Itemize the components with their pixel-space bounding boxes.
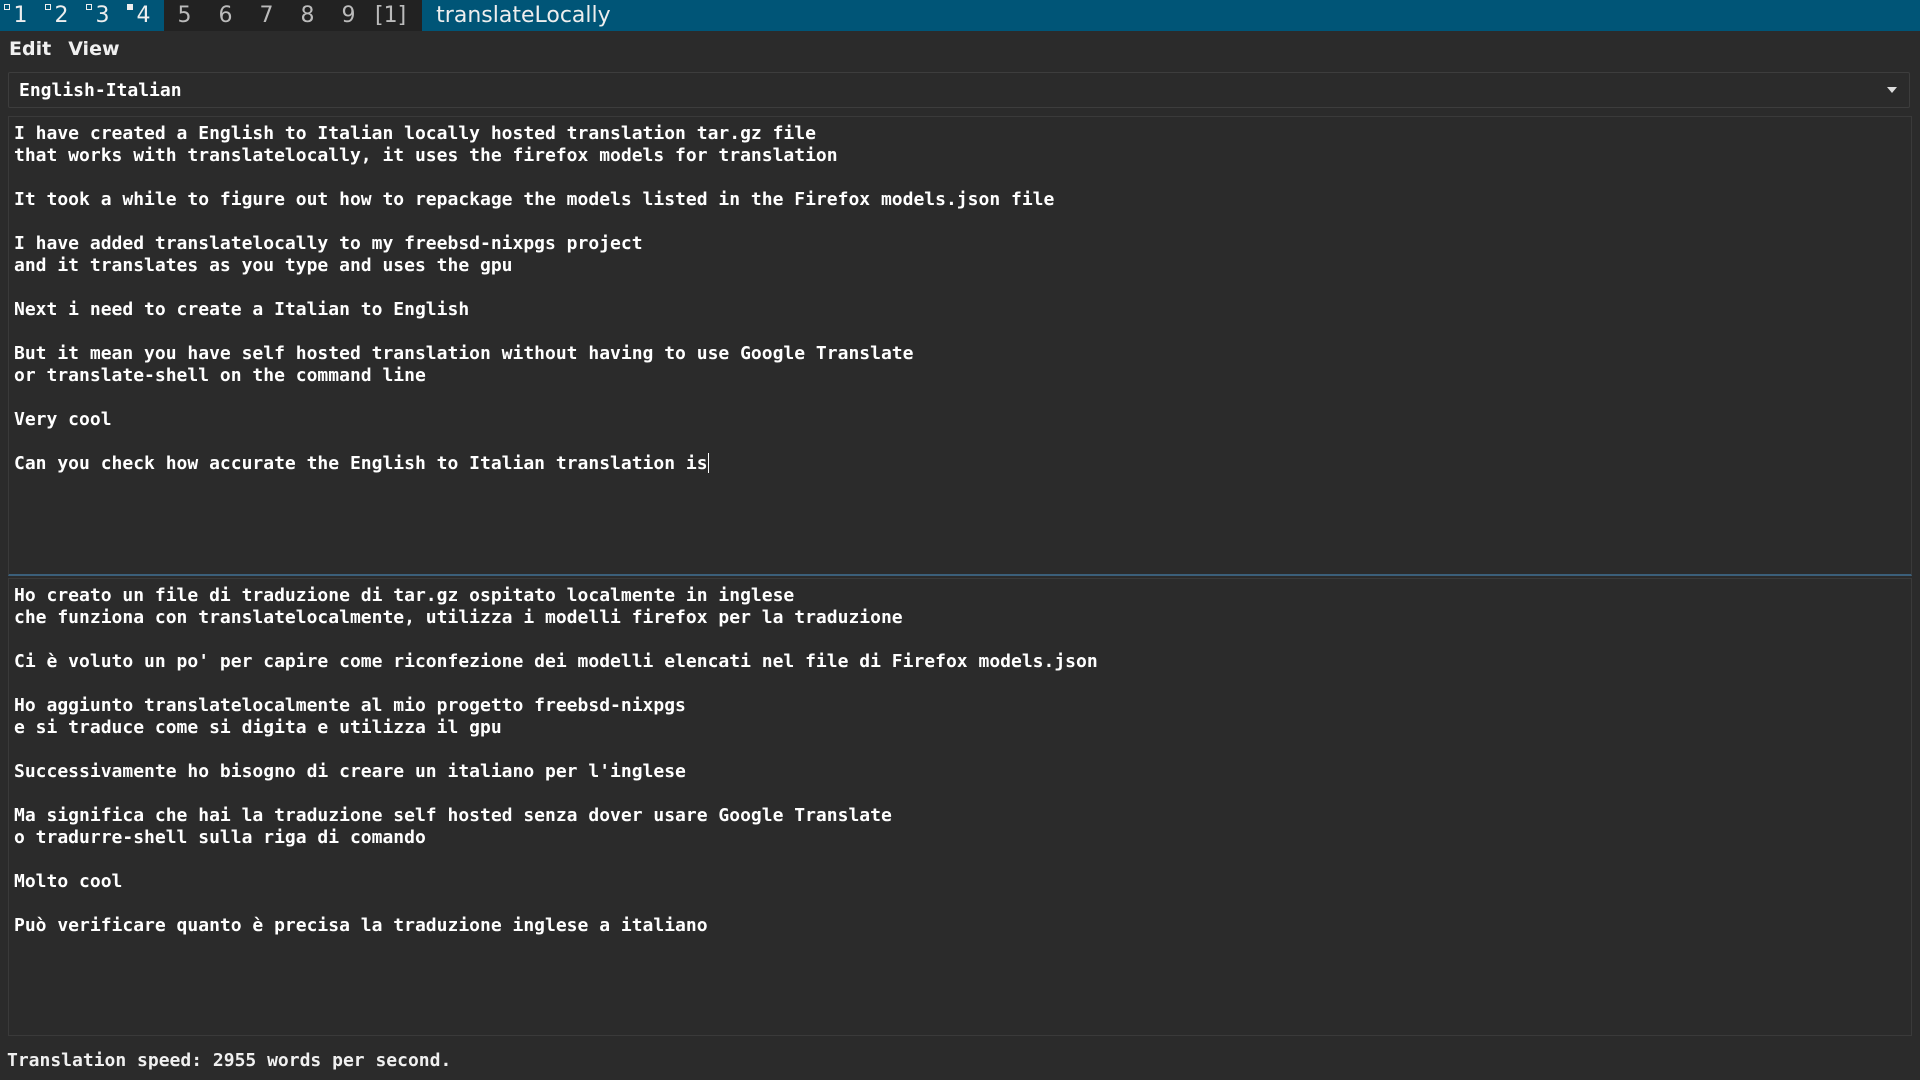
menu-edit[interactable]: Edit — [0, 38, 59, 60]
language-pair-value: English-Italian — [19, 79, 182, 101]
occupied-indicator-icon — [86, 4, 92, 10]
workspace-list: 1 2 3 4 5 6 7 8 9 — [0, 0, 369, 31]
workspace-tag-9[interactable]: 9 — [328, 0, 369, 31]
occupied-indicator-icon — [127, 4, 133, 10]
workspace-label: 7 — [259, 3, 274, 28]
workspace-tag-2[interactable]: 2 — [41, 0, 82, 31]
translation-output[interactable]: Ho creato un file di traduzione di tar.g… — [8, 578, 1912, 1036]
workspace-tag-7[interactable]: 7 — [246, 0, 287, 31]
workspace-tag-8[interactable]: 8 — [287, 0, 328, 31]
text-cursor — [707, 453, 709, 473]
occupied-indicator-icon — [4, 4, 10, 10]
workspace-tag-3[interactable]: 3 — [82, 0, 123, 31]
menu-view[interactable]: View — [59, 38, 127, 60]
workspace-label: 2 — [54, 3, 69, 28]
workspace-label: 4 — [136, 3, 151, 28]
workspace-label: 8 — [300, 3, 315, 28]
translated-text: Ho creato un file di traduzione di tar.g… — [14, 585, 1098, 936]
source-text: I have created a English to Italian loca… — [14, 123, 1055, 474]
workspace-label: 6 — [218, 3, 233, 28]
workspace-label: 5 — [177, 3, 192, 28]
workspace-label: 3 — [95, 3, 110, 28]
workspace-tag-5[interactable]: 5 — [164, 0, 205, 31]
workspace-bar: 1 2 3 4 5 6 7 8 9 [1] translateLocally — [0, 0, 1920, 31]
chevron-down-icon[interactable] — [1887, 87, 1897, 93]
workspace-label: 1 — [13, 3, 28, 28]
workspace-tag-6[interactable]: 6 — [205, 0, 246, 31]
workspace-tag-1[interactable]: 1 — [0, 0, 41, 31]
source-text-editor[interactable]: I have created a English to Italian loca… — [8, 116, 1912, 576]
workspace-label: 9 — [341, 3, 356, 28]
layout-indicator[interactable]: [1] — [369, 0, 423, 31]
occupied-indicator-icon — [45, 4, 51, 10]
window-title: translateLocally — [436, 3, 611, 28]
language-pair-select[interactable]: English-Italian — [8, 72, 1910, 108]
menu-bar: Edit View — [0, 31, 1920, 66]
workspace-tag-4[interactable]: 4 — [123, 0, 164, 31]
status-bar-text: Translation speed: 2955 words per second… — [7, 1050, 452, 1071]
